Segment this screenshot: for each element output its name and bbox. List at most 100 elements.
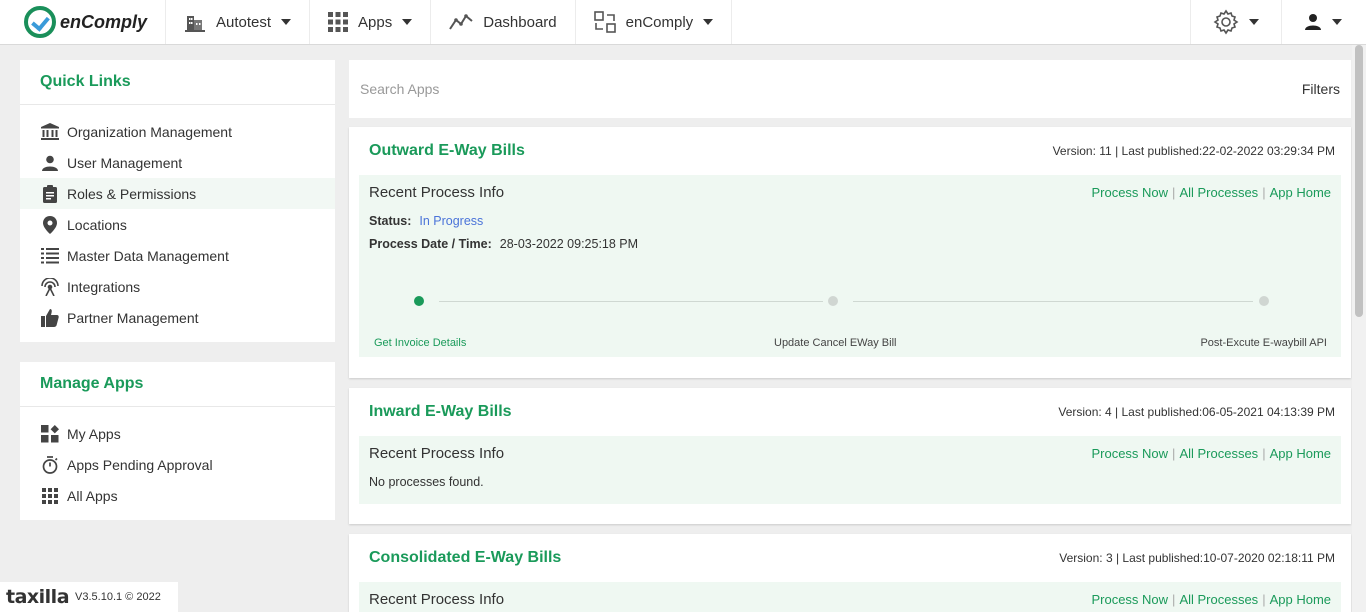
step-connector (439, 301, 823, 302)
status-value: In Progress (419, 213, 484, 228)
encomply-logo-icon (24, 6, 56, 38)
app-home-link[interactable]: App Home (1270, 185, 1331, 200)
chevron-down-icon (402, 19, 413, 25)
search-input[interactable] (360, 81, 960, 97)
org-dropdown[interactable]: Autotest (166, 0, 311, 44)
process-date-line: Process Date / Time: 28-03-2022 09:25:18… (369, 232, 1331, 255)
brand[interactable]: enComply (0, 0, 166, 44)
antenna-icon (40, 277, 60, 296)
apps-label: Apps (358, 13, 393, 31)
switch-product-icon (593, 11, 616, 33)
apps-grid-icon (328, 12, 349, 32)
all-processes-link[interactable]: All Processes (1179, 185, 1258, 200)
link-separator: | (1262, 445, 1266, 461)
chevron-down-icon (1332, 19, 1342, 25)
recent-process-info: Recent Process Info Process Now | All Proc… (359, 582, 1341, 612)
user-icon (40, 155, 60, 171)
quick-links-title: Quick Links (20, 60, 335, 105)
scrollbar-thumb[interactable] (1355, 45, 1363, 317)
link-separator: | (1262, 184, 1266, 200)
step-label: Get Invoice Details (374, 337, 467, 349)
status-line: Status: In Progress (369, 209, 1331, 232)
recent-process-header: Recent Process Info Process Now | All Proc… (369, 436, 1331, 470)
quick-link-label: Master Data Management (67, 247, 229, 264)
footer-brand: taxilla V3.5.10.1 © 2022 (0, 582, 178, 612)
app-card-outward: Outward E-Way Bills Version: 11 | Last p… (349, 127, 1351, 378)
step-dot-active (414, 296, 424, 306)
quick-link-integrations[interactable]: Integrations (20, 271, 335, 302)
quick-link-label: User Management (67, 154, 183, 171)
widgets-icon (40, 424, 60, 443)
card-header: Consolidated E-Way Bills Version: 3 | La… (349, 534, 1351, 582)
process-links: Process Now | All Processes | App Home (1091, 592, 1331, 607)
quick-link-label: Locations (67, 216, 127, 233)
settings-dropdown[interactable] (1190, 0, 1281, 44)
link-separator: | (1262, 591, 1266, 607)
manage-apps-panel: Manage Apps My Apps Apps Pending Approva… (20, 362, 335, 520)
top-navbar: enComply Autotest Apps Dashboard enCompl… (0, 0, 1366, 45)
product-label: enComply (625, 13, 694, 31)
chevron-down-icon (281, 19, 292, 25)
app-version-footer: V3.5.10.1 © 2022 (75, 591, 161, 603)
step-label: Post-Excute E-waybill API (1200, 337, 1327, 349)
apps-dropdown[interactable]: Apps (310, 0, 432, 44)
step-connector (853, 301, 1253, 302)
app-title[interactable]: Outward E-Way Bills (369, 142, 525, 160)
manage-apps-label: All Apps (67, 487, 118, 504)
grid-icon (40, 487, 60, 504)
process-links: Process Now | All Processes | App Home (1091, 446, 1331, 461)
bank-icon (40, 123, 60, 140)
dashboard-link[interactable]: Dashboard (431, 0, 576, 44)
process-now-link[interactable]: Process Now (1091, 185, 1168, 200)
page-scrollbar[interactable] (1352, 45, 1366, 612)
manage-apps-all-apps[interactable]: All Apps (20, 480, 335, 511)
quick-link-partner-management[interactable]: Partner Management (20, 302, 335, 333)
gear-icon (1213, 9, 1239, 35)
app-home-link[interactable]: App Home (1270, 446, 1331, 461)
quick-link-master-data-management[interactable]: Master Data Management (20, 240, 335, 271)
quick-link-roles-permissions[interactable]: Roles & Permissions (20, 178, 335, 209)
all-processes-link[interactable]: All Processes (1179, 592, 1258, 607)
app-title[interactable]: Inward E-Way Bills (369, 403, 512, 421)
card-header: Inward E-Way Bills Version: 4 | Last pub… (349, 388, 1351, 436)
quick-links-panel: Quick Links Organization Management User… (20, 60, 335, 342)
manage-apps-list: My Apps Apps Pending Approval All Apps (20, 407, 335, 511)
building-icon (184, 12, 206, 32)
app-card-consolidated: Consolidated E-Way Bills Version: 3 | La… (349, 534, 1351, 612)
process-now-link[interactable]: Process Now (1091, 446, 1168, 461)
app-card-inward: Inward E-Way Bills Version: 4 | Last pub… (349, 388, 1351, 524)
app-home-link[interactable]: App Home (1270, 592, 1331, 607)
all-processes-link[interactable]: All Processes (1179, 446, 1258, 461)
process-links: Process Now | All Processes | App Home (1091, 185, 1331, 200)
quick-link-user-management[interactable]: User Management (20, 147, 335, 178)
manage-apps-title: Manage Apps (20, 362, 335, 407)
process-date-label: Process Date / Time: (369, 236, 492, 251)
recent-process-header: Recent Process Info Process Now | All Proc… (369, 582, 1331, 612)
user-dropdown[interactable] (1281, 0, 1366, 44)
step-label: Update Cancel EWay Bill (774, 337, 897, 349)
status-label: Status: (369, 213, 412, 228)
manage-apps-pending-approval[interactable]: Apps Pending Approval (20, 449, 335, 480)
chevron-down-icon (703, 19, 714, 25)
process-stepper: Get Invoice Details Update Cancel EWay B… (369, 255, 1331, 350)
manage-apps-label: My Apps (67, 425, 121, 442)
recent-process-info: Recent Process Info Process Now | All Proc… (359, 436, 1341, 504)
chevron-down-icon (1249, 19, 1259, 25)
clipboard-icon (40, 184, 60, 203)
recent-process-title: Recent Process Info (369, 444, 505, 462)
org-label: Autotest (216, 13, 272, 31)
filters-button[interactable]: Filters (1302, 81, 1340, 97)
link-separator: | (1172, 591, 1176, 607)
search-bar: Filters (349, 60, 1351, 118)
product-dropdown[interactable]: enComply (576, 0, 733, 44)
process-now-link[interactable]: Process Now (1091, 592, 1168, 607)
link-separator: | (1172, 445, 1176, 461)
timer-icon (40, 455, 60, 474)
recent-process-info: Recent Process Info Process Now | All Proc… (359, 175, 1341, 357)
manage-apps-my-apps[interactable]: My Apps (20, 418, 335, 449)
quick-link-organization-management[interactable]: Organization Management (20, 116, 335, 147)
quick-link-locations[interactable]: Locations (20, 209, 335, 240)
line-chart-icon (449, 13, 473, 31)
step-dot-pending (1259, 296, 1269, 306)
app-title[interactable]: Consolidated E-Way Bills (369, 549, 561, 567)
